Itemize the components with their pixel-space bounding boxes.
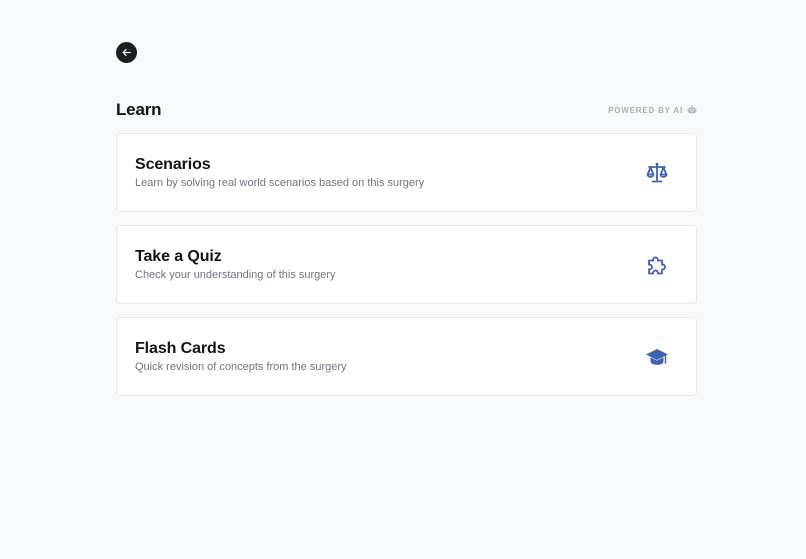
- puzzle-icon: [645, 253, 669, 277]
- card-title: Take a Quiz: [135, 248, 222, 265]
- page-title: Learn: [116, 100, 162, 119]
- powered-by-ai-badge: POWERED BY AI: [608, 105, 697, 115]
- arrow-left-icon: [121, 47, 132, 58]
- graduation-cap-icon: [645, 345, 669, 369]
- back-button[interactable]: [116, 42, 137, 63]
- card-description: Learn by solving real world scenarios ba…: [135, 177, 425, 189]
- powered-by-label: POWERED BY AI: [608, 105, 683, 115]
- card-description: Quick revision of concepts from the surg…: [135, 361, 347, 373]
- section-header: Learn POWERED BY AI: [116, 99, 697, 121]
- card-flash-cards[interactable]: Flash Cards Quick revision of concepts f…: [116, 317, 697, 396]
- card-title: Flash Cards: [135, 340, 226, 357]
- card-description: Check your understanding of this surgery: [135, 269, 336, 281]
- scale-icon: [645, 161, 669, 185]
- robot-icon: [687, 105, 697, 115]
- card-take-a-quiz[interactable]: Take a Quiz Check your understanding of …: [116, 225, 697, 304]
- card-title: Scenarios: [135, 156, 211, 173]
- card-scenarios[interactable]: Scenarios Learn by solving real world sc…: [116, 133, 697, 212]
